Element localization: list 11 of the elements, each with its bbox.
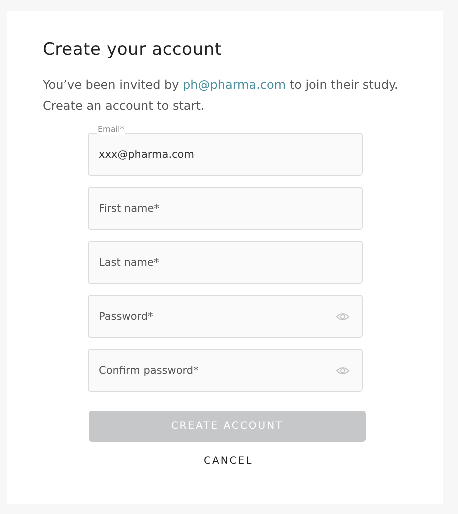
input-field[interactable]: xxx@pharma.com	[88, 133, 363, 176]
email-link[interactable]: ph@pharma.com	[183, 78, 286, 92]
cancel-button[interactable]: CANCEL	[204, 454, 254, 469]
password-field[interactable]: Password*	[88, 295, 363, 338]
eye-icon[interactable]	[336, 312, 350, 322]
input-field[interactable]: First name*	[88, 187, 363, 230]
page-title: Create your account	[43, 39, 223, 62]
eye-icon[interactable]	[336, 366, 350, 376]
password-field[interactable]: Confirm password*	[88, 349, 363, 392]
input-field[interactable]: Last name*	[88, 241, 363, 284]
intro-text: You’ve been invited by ph@pharma.com to join their study. Create an account to start.	[43, 77, 400, 115]
